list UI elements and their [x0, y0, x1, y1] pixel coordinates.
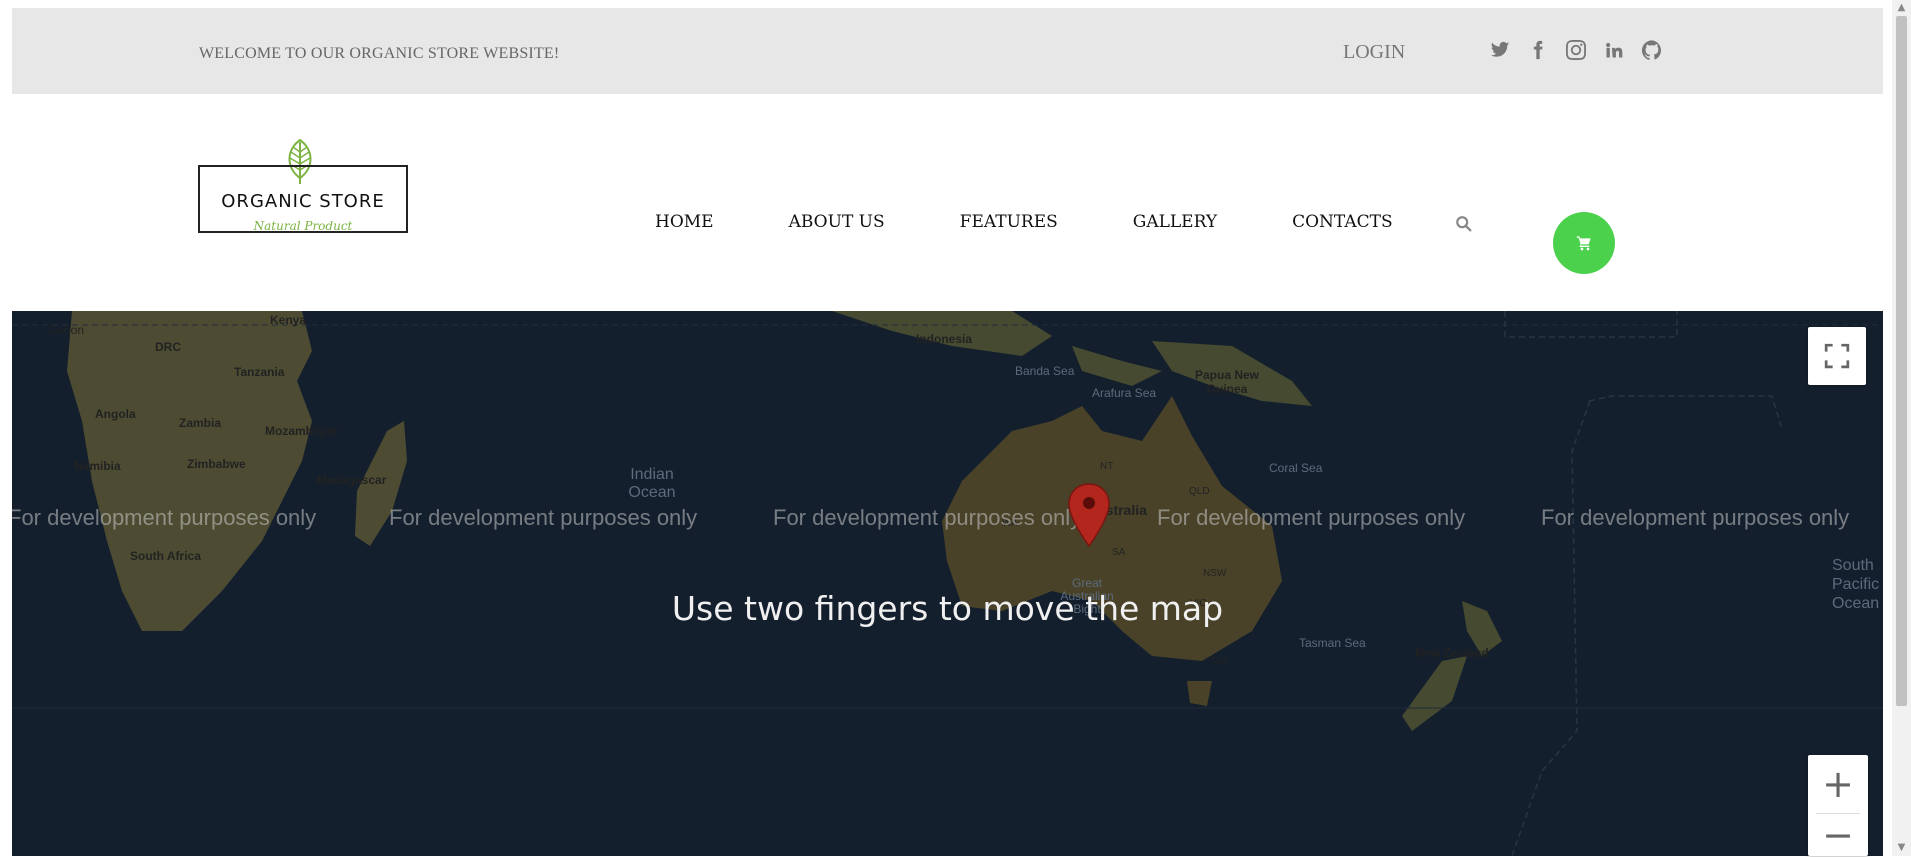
welcome-text: WELCOME TO OUR ORGANIC STORE WEBSITE!	[199, 45, 560, 62]
store-logo[interactable]: ORGANIC STORE Natural Product	[198, 138, 408, 248]
nav-gallery[interactable]: GALLERY	[1133, 212, 1217, 232]
map-label-indonesia: Indonesia	[916, 332, 973, 346]
nav-about-us[interactable]: ABOUT US	[789, 212, 885, 232]
twitter-icon[interactable]	[1490, 40, 1510, 60]
map-label-banda-sea: Banda Sea	[1015, 364, 1075, 378]
fullscreen-button[interactable]	[1808, 327, 1866, 385]
search-icon[interactable]	[1455, 215, 1473, 233]
logo-subtitle: Natural Product	[253, 219, 353, 233]
scroll-down-arrow[interactable]: ▼	[1896, 842, 1907, 854]
top-bar: WELCOME TO OUR ORGANIC STORE WEBSITE! LO…	[12, 8, 1883, 94]
map-label-south-africa: South Africa	[130, 549, 201, 563]
fullscreen-icon	[1824, 343, 1850, 369]
map-label-qld: QLD	[1189, 486, 1210, 497]
logo-title: ORGANIC STORE	[221, 191, 385, 212]
map-label-madagascar: Madagascar	[317, 473, 387, 487]
map-label-zimbabwe: Zimbabwe	[187, 457, 246, 471]
map-label-indian-ocean: Indian Ocean	[628, 466, 676, 501]
map-label-drc: DRC	[155, 340, 181, 354]
map-label-nt: NT	[1100, 461, 1114, 472]
map-label-tasman-sea: Tasman Sea	[1299, 636, 1366, 650]
map-label-coral-sea: Coral Sea	[1269, 461, 1323, 475]
map-label-new-zealand: New Zealand	[1415, 646, 1489, 660]
logo-frame: ORGANIC STORE Natural Product	[198, 165, 408, 233]
scroll-thumb[interactable]	[1896, 16, 1907, 706]
login-link[interactable]: LOGIN	[1343, 41, 1405, 64]
nav-contacts[interactable]: CONTACTS	[1292, 212, 1393, 232]
map-label-nsw: NSW	[1203, 568, 1227, 579]
map-label-png: Papua New Guinea	[1194, 368, 1260, 396]
map-marker-icon[interactable]	[1066, 482, 1112, 548]
map-label-sa: SA	[1112, 547, 1126, 558]
map-label-tanzania: Tanzania	[234, 365, 285, 379]
dev-watermark: For development purposes only	[12, 505, 317, 530]
linkedin-icon[interactable]	[1604, 40, 1624, 60]
map-label-tas: TAS	[1210, 656, 1229, 667]
github-icon[interactable]	[1642, 40, 1662, 60]
facebook-icon[interactable]	[1528, 40, 1548, 60]
site-header: ORGANIC STORE Natural Product HOME ABOUT…	[0, 94, 1883, 310]
zoom-in-button[interactable]: +	[1808, 755, 1868, 813]
zoom-out-button[interactable]: −	[1808, 814, 1868, 856]
instagram-icon[interactable]	[1566, 40, 1586, 60]
map-gesture-hint: Use two fingers to move the map	[671, 589, 1224, 628]
nav-home[interactable]: HOME	[655, 212, 714, 232]
page-scrollbar[interactable]: ▲ ▼	[1892, 0, 1911, 856]
map-label-arafura-sea: Arafura Sea	[1092, 386, 1157, 400]
dev-watermark: For development purposes only	[1157, 505, 1466, 530]
social-links	[1490, 40, 1662, 60]
map-dim-overlay	[12, 311, 1883, 856]
cart-icon	[1576, 236, 1591, 251]
map-label-kenya: Kenya	[270, 313, 307, 327]
google-map[interactable]: Gabon Kenya DRC Tanzania Angola Zambia M…	[12, 311, 1883, 856]
nav-features[interactable]: FEATURES	[960, 212, 1058, 232]
zoom-controls: + −	[1808, 755, 1868, 856]
map-label-namibia: Namibia	[74, 459, 121, 473]
main-nav: HOME ABOUT US FEATURES GALLERY CONTACTS	[655, 212, 1393, 232]
dev-watermark: For development purposes only	[389, 505, 698, 530]
map-label-gabon: Gabon	[48, 323, 85, 337]
dev-watermark: For development purposes only	[773, 505, 1082, 530]
map-label-angola: Angola	[95, 407, 136, 421]
cart-button[interactable]	[1553, 212, 1615, 274]
map-label-zambia: Zambia	[179, 416, 222, 430]
scroll-up-arrow[interactable]: ▲	[1896, 2, 1907, 14]
map-label-mozambique: Mozambique	[265, 424, 338, 438]
dev-watermark: For development purposes only	[1541, 505, 1850, 530]
